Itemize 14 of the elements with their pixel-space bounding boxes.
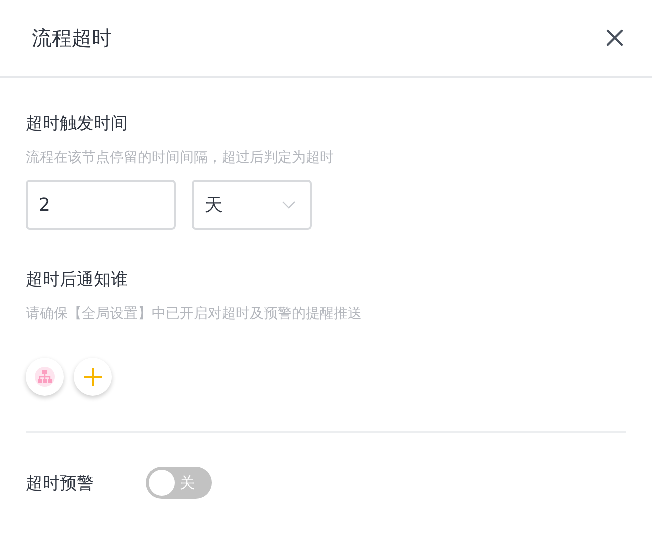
dialog-title: 流程超时: [32, 24, 112, 52]
hint-text: 请确保【全局设置】中已开启对超时及预警的提醒推送: [26, 305, 363, 324]
field-label: 超时后通知谁: [26, 269, 129, 292]
department-button[interactable]: [26, 358, 64, 396]
field-label: 超时预警: [26, 472, 95, 494]
unit-dropdown[interactable]: 天: [192, 180, 312, 230]
close-icon[interactable]: [606, 29, 624, 47]
chevron-down-icon: [282, 201, 296, 209]
plus-icon: [83, 367, 103, 387]
hint-text: 流程在该节点停留的时间间隔，超过后判定为超时: [26, 149, 335, 168]
add-button[interactable]: [74, 358, 112, 396]
field-label: 超时触发时间: [26, 113, 129, 136]
org-chart-icon: [35, 367, 55, 387]
time-input-field[interactable]: 2: [26, 180, 176, 230]
